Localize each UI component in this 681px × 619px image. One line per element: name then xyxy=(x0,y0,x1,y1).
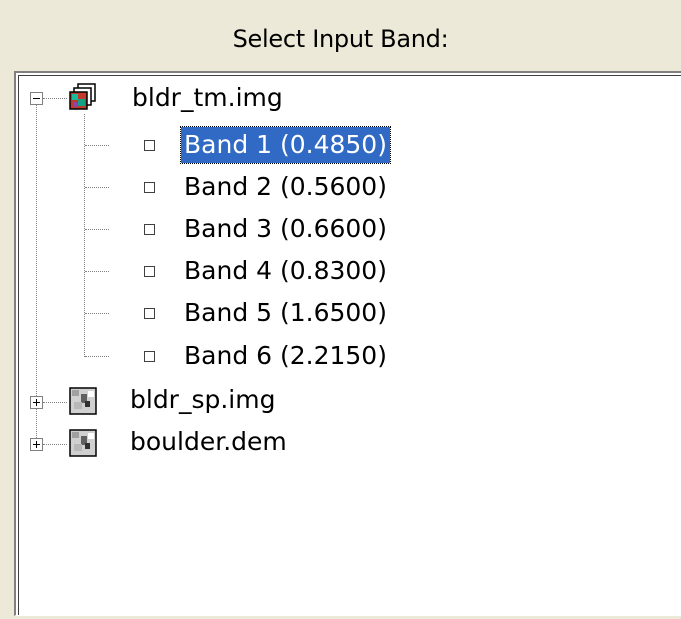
band-6-checkbox[interactable] xyxy=(144,351,155,362)
tree-node-bldr-sp[interactable]: bldr_sp.img xyxy=(127,382,278,418)
band-1-item[interactable]: Band 1 (0.4850) xyxy=(180,126,391,164)
tree-connector-h xyxy=(43,402,67,403)
band-3-checkbox[interactable] xyxy=(144,224,155,235)
tree-connector-h xyxy=(85,229,109,230)
collapse-toggle-bldr-tm[interactable] xyxy=(30,92,43,105)
tree-connector-h xyxy=(85,356,109,357)
band-5-checkbox[interactable] xyxy=(144,308,155,319)
tree-connector-root xyxy=(36,98,37,444)
band-6-item[interactable]: Band 6 (2.2150) xyxy=(181,338,390,374)
select-input-band-panel: Select Input Band: bldr_tm.img Band 1 (0… xyxy=(0,0,681,619)
panel-title: Select Input Band: xyxy=(232,25,449,53)
tree-node-label: bldr_tm.img xyxy=(132,83,283,112)
tree-connector-h xyxy=(85,145,109,146)
band-4-checkbox[interactable] xyxy=(144,266,155,277)
grayscale-image-icon xyxy=(69,429,97,457)
multiband-image-icon xyxy=(69,83,96,110)
band-1-checkbox[interactable] xyxy=(144,140,155,151)
tree-connector-h xyxy=(85,313,109,314)
tree-node-bldr-tm[interactable]: bldr_tm.img xyxy=(99,78,283,118)
band-tree-view[interactable]: bldr_tm.img Band 1 (0.4850) Band 2 (0.56… xyxy=(14,71,681,616)
tree-connector-h xyxy=(43,444,67,445)
band-4-item[interactable]: Band 4 (0.8300) xyxy=(181,253,390,289)
band-2-item[interactable]: Band 2 (0.5600) xyxy=(181,169,390,205)
expand-toggle-boulder-dem[interactable] xyxy=(30,438,43,451)
tree-connector-h xyxy=(85,187,109,188)
band-3-item[interactable]: Band 3 (0.6600) xyxy=(181,211,390,247)
tree-content: bldr_tm.img Band 1 (0.4850) Band 2 (0.56… xyxy=(18,75,681,615)
grayscale-image-icon xyxy=(69,387,97,415)
expand-toggle-bldr-sp[interactable] xyxy=(30,396,43,409)
tree-connector-h xyxy=(85,271,109,272)
tree-node-boulder-dem[interactable]: boulder.dem xyxy=(127,424,290,460)
band-2-checkbox[interactable] xyxy=(144,182,155,193)
band-5-item[interactable]: Band 5 (1.6500) xyxy=(181,295,390,331)
tree-connector-children xyxy=(84,114,85,357)
tree-connector-h xyxy=(43,98,67,99)
